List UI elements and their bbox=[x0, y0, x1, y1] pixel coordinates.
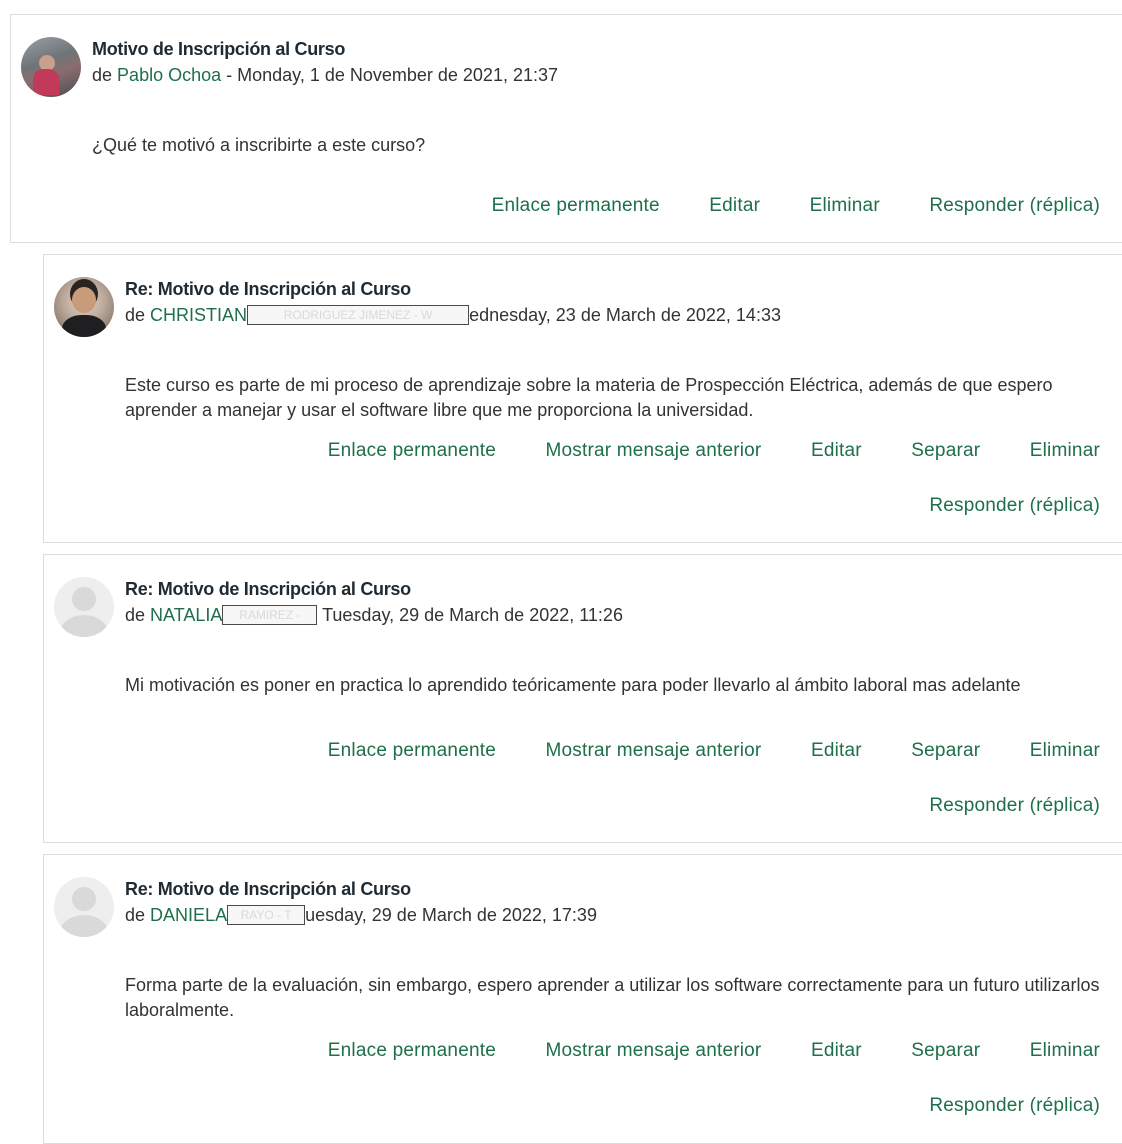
split-link[interactable]: Separar bbox=[911, 1040, 980, 1061]
permalink-link[interactable]: Enlace permanente bbox=[328, 440, 496, 461]
post-date: - Monday, 1 de November de 2021, 21:37 bbox=[221, 65, 559, 85]
edit-link[interactable]: Editar bbox=[811, 740, 862, 761]
post-actions: Enlace permanente Mostrar mensaje anteri… bbox=[328, 1040, 1100, 1062]
default-user-avatar-icon[interactable] bbox=[54, 877, 114, 937]
delete-link[interactable]: Eliminar bbox=[810, 195, 880, 216]
forum-reply: Re: Motivo de Inscripción al Curso de CH… bbox=[43, 254, 1122, 543]
show-parent-link[interactable]: Mostrar mensaje anterior bbox=[545, 440, 761, 461]
permalink-link[interactable]: Enlace permanente bbox=[328, 1040, 496, 1061]
forum-reply: Re: Motivo de Inscripción al Curso de DA… bbox=[43, 854, 1122, 1144]
post-reply-action: Responder (réplica) bbox=[929, 495, 1100, 517]
author-link[interactable]: CHRISTIAN bbox=[150, 305, 247, 325]
post-date: ednesday, 23 de March de 2022, 14:33 bbox=[469, 305, 781, 325]
post-reply-action: Responder (réplica) bbox=[929, 1095, 1100, 1117]
by-prefix: de bbox=[125, 305, 146, 325]
post-subject: Re: Motivo de Inscripción al Curso bbox=[125, 279, 411, 299]
author-link[interactable]: NATALIA bbox=[150, 605, 222, 625]
post-message: Mi motivación es poner en practica lo ap… bbox=[125, 675, 1021, 695]
user-avatar[interactable] bbox=[21, 37, 81, 97]
show-parent-link[interactable]: Mostrar mensaje anterior bbox=[545, 1040, 761, 1061]
post-actions: Enlace permanente Mostrar mensaje anteri… bbox=[328, 440, 1100, 462]
post-subject: Re: Motivo de Inscripción al Curso bbox=[125, 879, 411, 899]
redacted-name-box: RODRIGUEZ JIMENEZ - W bbox=[247, 305, 470, 325]
post-message: ¿Qué te motivó a inscribirte a este curs… bbox=[92, 135, 426, 155]
split-link[interactable]: Separar bbox=[911, 440, 980, 461]
edit-link[interactable]: Editar bbox=[709, 195, 760, 216]
post-byline: de Pablo Ochoa - Monday, 1 de November d… bbox=[92, 65, 558, 86]
post-subject: Motivo de Inscripción al Curso bbox=[92, 39, 346, 59]
delete-link[interactable]: Eliminar bbox=[1030, 740, 1100, 761]
redacted-name-box: RAMIREZ - bbox=[222, 605, 318, 625]
post-byline: de CHRISTIAN RODRIGUEZ JIMENEZ - Wednesda… bbox=[125, 305, 781, 326]
post-subject: Re: Motivo de Inscripción al Curso bbox=[125, 579, 411, 599]
post-actions: Enlace permanente Mostrar mensaje anteri… bbox=[328, 740, 1100, 762]
forum-reply: Re: Motivo de Inscripción al Curso de NA… bbox=[43, 554, 1122, 843]
reply-link[interactable]: Responder (réplica) bbox=[929, 1095, 1100, 1116]
edit-link[interactable]: Editar bbox=[811, 1040, 862, 1061]
delete-link[interactable]: Eliminar bbox=[1030, 1040, 1100, 1061]
post-byline: de DANIELA RAYO - Tuesday, 29 de March de… bbox=[125, 905, 597, 926]
post-byline: de NATALIA RAMIREZ - Tuesday, 29 de March… bbox=[125, 605, 623, 626]
delete-link[interactable]: Eliminar bbox=[1030, 440, 1100, 461]
author-link[interactable]: Pablo Ochoa bbox=[117, 65, 221, 85]
reply-link[interactable]: Responder (réplica) bbox=[929, 195, 1100, 216]
edit-link[interactable]: Editar bbox=[811, 440, 862, 461]
redacted-name-box: RAYO - T bbox=[227, 905, 306, 925]
post-reply-action: Responder (réplica) bbox=[929, 795, 1100, 817]
show-parent-link[interactable]: Mostrar mensaje anterior bbox=[545, 740, 761, 761]
permalink-link[interactable]: Enlace permanente bbox=[328, 740, 496, 761]
split-link[interactable]: Separar bbox=[911, 740, 980, 761]
forum-post: Motivo de Inscripción al Curso de Pablo … bbox=[10, 14, 1122, 243]
by-prefix: de bbox=[125, 605, 146, 625]
author-link[interactable]: DANIELA bbox=[150, 905, 227, 925]
post-date: uesday, 29 de March de 2022, 17:39 bbox=[305, 905, 597, 925]
post-message: Este curso es parte de mi proceso de apr… bbox=[125, 375, 1053, 420]
permalink-link[interactable]: Enlace permanente bbox=[492, 195, 660, 216]
post-message: Forma parte de la evaluación, sin embarg… bbox=[125, 975, 1100, 1020]
reply-link[interactable]: Responder (réplica) bbox=[929, 495, 1100, 516]
default-user-avatar-icon[interactable] bbox=[54, 577, 114, 637]
by-prefix: de bbox=[125, 905, 146, 925]
by-prefix: de bbox=[92, 65, 113, 85]
post-actions: Enlace permanente Editar Eliminar Respon… bbox=[492, 195, 1100, 217]
reply-link[interactable]: Responder (réplica) bbox=[929, 795, 1100, 816]
user-avatar[interactable] bbox=[54, 277, 114, 337]
post-date: Tuesday, 29 de March de 2022, 11:26 bbox=[317, 605, 623, 625]
